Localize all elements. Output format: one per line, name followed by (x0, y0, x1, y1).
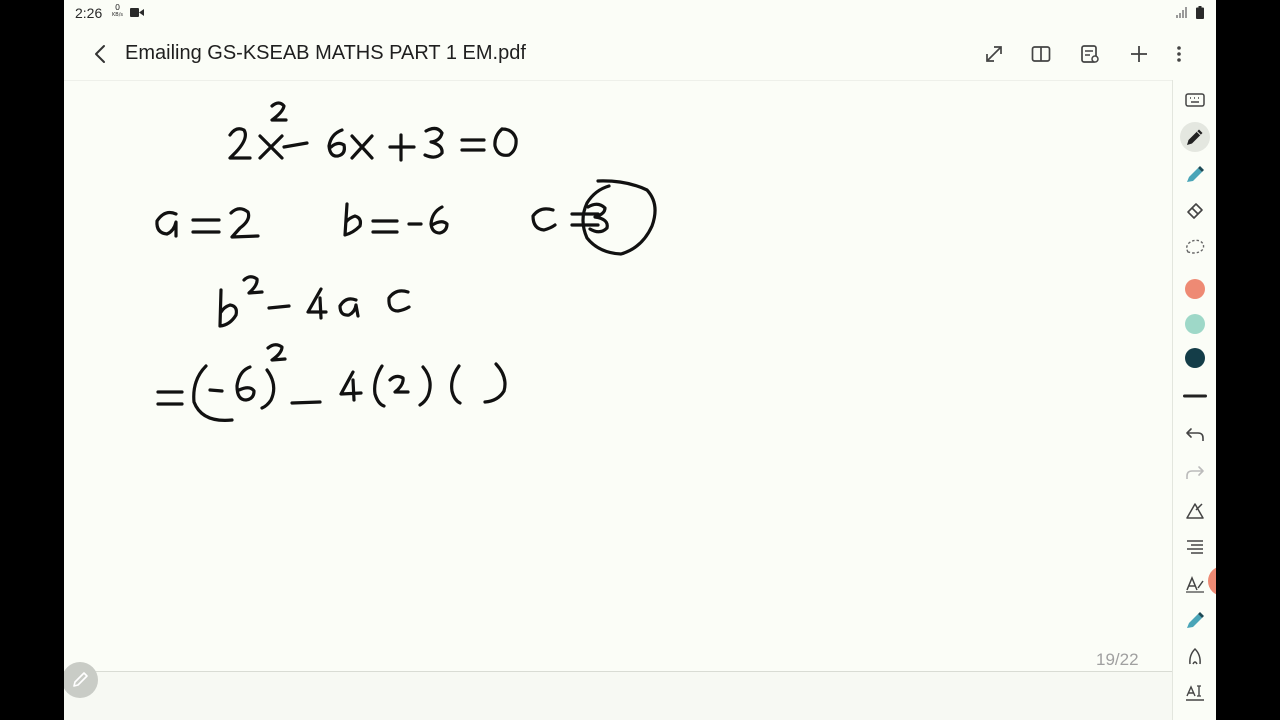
app-screen: 2:26 0 KB/s Emailing GS-KSEAB MATHS PART… (64, 0, 1216, 720)
network-speed: 0 KB/s (112, 3, 123, 19)
text-align-tool[interactable] (1180, 532, 1210, 562)
handwriting-line-1 (228, 101, 518, 162)
status-time: 2:26 (75, 5, 103, 21)
eraser-icon (1187, 203, 1203, 219)
back-icon (95, 45, 105, 63)
handwriting-layer (155, 101, 657, 422)
pen-icon (73, 672, 88, 687)
pencil-tip-icon (1189, 647, 1201, 665)
text-style-tool[interactable] (1180, 569, 1210, 599)
color-swatch-mint[interactable] (1185, 314, 1205, 334)
redo-button[interactable] (1180, 458, 1210, 488)
network-speed-value: 0 (114, 3, 121, 12)
text-align-icon (1187, 540, 1203, 554)
undo-button[interactable] (1180, 420, 1210, 450)
fullscreen-icon (986, 46, 1002, 62)
color-swatch-coral[interactable] (1185, 279, 1205, 299)
video-icon (130, 8, 144, 17)
keyboard-icon (1185, 93, 1205, 107)
handwriting-line-2 (155, 179, 657, 256)
book-view-button[interactable] (1027, 40, 1055, 68)
page-divider-strip (64, 671, 1172, 720)
page-settings-button[interactable] (1076, 40, 1104, 68)
tool-panel (1172, 80, 1216, 720)
lasso-icon (1186, 239, 1205, 254)
back-button[interactable] (86, 40, 114, 68)
eraser-tool[interactable] (1180, 195, 1210, 225)
pen-tool[interactable] (1180, 122, 1210, 152)
status-bar: 2:26 0 KB/s (64, 0, 1216, 26)
text-recognition-icon (1186, 685, 1204, 701)
highlighter-pen-icon (1187, 612, 1204, 628)
signal-icon (1176, 7, 1188, 18)
redo-icon (1186, 466, 1204, 479)
handwriting-line-4 (156, 343, 507, 422)
battery-icon (1196, 6, 1204, 19)
more-options-button[interactable] (1165, 40, 1193, 68)
add-page-button[interactable] (1125, 40, 1153, 68)
network-speed-unit: KB/s (112, 12, 123, 18)
fullscreen-button[interactable] (980, 40, 1008, 68)
undo-icon (1186, 428, 1204, 441)
title-bar: Emailing GS-KSEAB MATHS PART 1 EM.pdf (64, 28, 1216, 81)
page-settings-icon (1081, 45, 1099, 63)
note-canvas[interactable] (64, 80, 1172, 670)
shape-icon (1186, 503, 1204, 519)
handwriting-line-3 (218, 275, 411, 328)
keyboard-tool[interactable] (1180, 85, 1210, 115)
highlighter-pen-tool[interactable] (1180, 605, 1210, 635)
color-swatch-dark-teal[interactable] (1185, 348, 1205, 368)
add-icon (1131, 46, 1147, 62)
stroke-width-icon (1183, 394, 1207, 398)
shape-tool[interactable] (1180, 496, 1210, 526)
page-indicator: 19/22 (1096, 650, 1139, 669)
stroke-width-tool[interactable] (1180, 381, 1210, 411)
highlighter-icon (1187, 166, 1204, 182)
highlighter-tool[interactable] (1180, 159, 1210, 189)
pen-icon (1187, 129, 1203, 145)
more-icon (1177, 46, 1181, 62)
lasso-tool[interactable] (1180, 232, 1210, 262)
document-title: Emailing GS-KSEAB MATHS PART 1 EM.pdf (125, 42, 526, 64)
book-view-icon (1031, 46, 1051, 62)
text-recognition-tool[interactable] (1180, 678, 1210, 708)
text-style-icon (1186, 576, 1204, 593)
pencil-tip-tool[interactable] (1180, 642, 1210, 672)
